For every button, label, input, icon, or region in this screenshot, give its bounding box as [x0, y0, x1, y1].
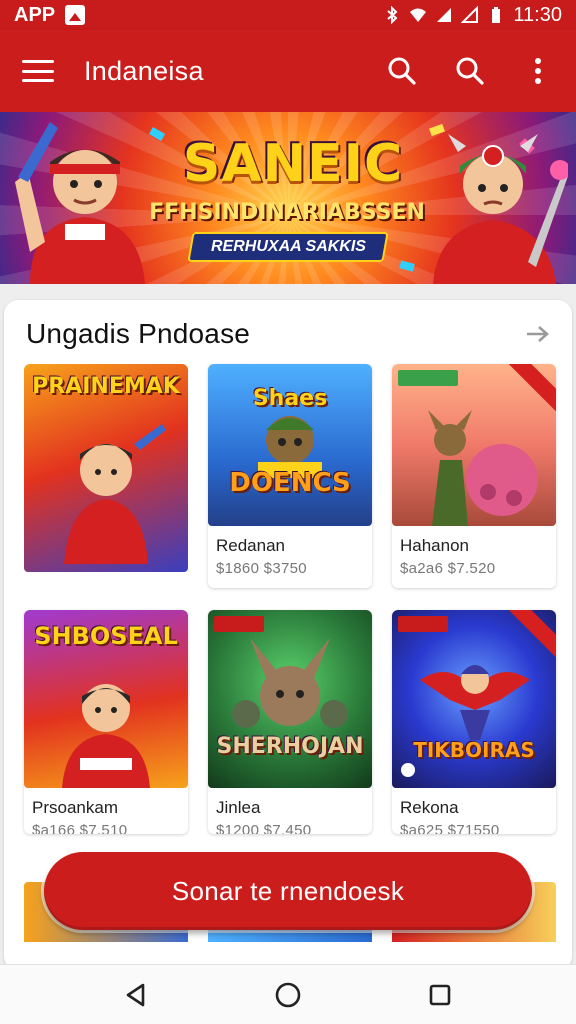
- game-thumbnail: Shaes DOENCS: [208, 364, 372, 526]
- game-character-art: [64, 424, 166, 564]
- game-character-art: [428, 410, 538, 526]
- hero-banner[interactable]: SANEIC FFHSINDINARIABSSEN RERHUXAA SAKKI…: [0, 112, 576, 284]
- game-title-art: DOENCS: [229, 468, 351, 498]
- signal-icon: [437, 8, 452, 22]
- game-character-art: [420, 665, 530, 740]
- game-name: Prsoankam: [32, 798, 118, 817]
- game-price: $a625 $71550: [400, 822, 500, 834]
- game-card[interactable]: SHERHOJAN Jinlea $1200 $7.450: [208, 610, 372, 834]
- game-thumbnail: SHBOSEAL: [24, 610, 188, 788]
- game-name: Jinlea: [216, 798, 261, 817]
- recents-button[interactable]: [420, 975, 460, 1015]
- status-app-label: APP: [14, 3, 56, 26]
- game-thumbnail: [392, 364, 556, 526]
- battery-icon: [492, 7, 501, 23]
- search-icon: [388, 57, 416, 85]
- back-icon: [126, 983, 145, 1006]
- nav-bar: [0, 964, 576, 1024]
- section-more-button[interactable]: [524, 320, 552, 348]
- game-name: Hahanon: [400, 536, 470, 555]
- menu-icon[interactable]: [22, 60, 54, 82]
- game-card[interactable]: PRAINEMAK: [24, 364, 188, 588]
- game-title-art-top: Shaes: [252, 386, 328, 411]
- game-card[interactable]: Shaes DOENCS Redanan $1860 $3750: [208, 364, 372, 588]
- status-right: 11:30: [383, 4, 562, 27]
- game-price: $1860 $3750: [216, 560, 307, 577]
- hero-character-left: [15, 122, 145, 284]
- game-card[interactable]: TIKBOIRAS Rekona $a625 $71550: [392, 610, 556, 834]
- app-icon: [65, 5, 86, 25]
- game-badge: [398, 370, 458, 386]
- game-price: $1200 $7.450: [216, 822, 312, 834]
- game-title-art: PRAINEMAK: [32, 374, 180, 399]
- search-icon: [456, 57, 484, 85]
- game-card[interactable]: SHBOSEAL Prsoankam $a166 $7.510: [24, 610, 188, 834]
- arrow-right-icon: [527, 326, 549, 342]
- game-title-art: SHBOSEAL: [34, 622, 178, 650]
- hero-subtitle: FFHSINDINARIABSSEN: [149, 200, 425, 225]
- signal-icon: [461, 6, 479, 23]
- hero-character-right: [433, 134, 568, 284]
- app-actions: [386, 55, 554, 87]
- hero-tagline: RERHUXAA SAKKIS: [210, 238, 366, 255]
- game-badge: [398, 616, 448, 632]
- game-title-art: SHERHOJAN: [216, 734, 364, 759]
- hero-title: SANEIC: [182, 134, 404, 194]
- search-button[interactable]: [454, 55, 486, 87]
- section-header: Ungadis Pndoase: [26, 314, 552, 354]
- button-icon: [401, 763, 415, 777]
- game-price: $a2a6 $7.520: [400, 560, 496, 577]
- home-icon: [275, 982, 301, 1007]
- more-vert-icon: [535, 58, 541, 84]
- game-card[interactable]: Hahanon $a2a6 $7.520: [392, 364, 556, 588]
- status-left: APP: [14, 3, 86, 27]
- game-badge: [214, 616, 264, 632]
- game-character-art: [232, 638, 348, 728]
- game-title-art: TIKBOIRAS: [413, 738, 535, 762]
- more-options-button[interactable]: [522, 55, 554, 87]
- recents-icon: [429, 984, 451, 1005]
- status-time: 11:30: [513, 3, 562, 26]
- game-thumbnail: PRAINEMAK: [24, 364, 188, 572]
- app-title: Indaneisa: [84, 55, 204, 86]
- hero-tagline-badge: RERHUXAA SAKKIS: [187, 232, 389, 262]
- game-name: Redanan: [216, 536, 286, 555]
- home-button[interactable]: [268, 975, 308, 1015]
- back-button[interactable]: [116, 975, 156, 1015]
- app-bar: Indaneisa: [0, 30, 576, 112]
- section-title: Ungadis Pndoase: [26, 318, 251, 349]
- game-thumbnail: SHERHOJAN: [208, 610, 372, 788]
- wifi-icon: [410, 8, 427, 22]
- game-thumbnail: TIKBOIRAS: [392, 610, 556, 788]
- cta-button[interactable]: Sonar te rnendoesk: [44, 852, 532, 930]
- game-price: $a166 $7.510: [32, 822, 128, 834]
- game-character-art: [62, 684, 150, 788]
- search-button[interactable]: [386, 55, 418, 87]
- game-name: Rekona: [400, 798, 459, 817]
- bluetooth-icon: [387, 6, 398, 24]
- status-bar: APP 11:30: [0, 0, 576, 30]
